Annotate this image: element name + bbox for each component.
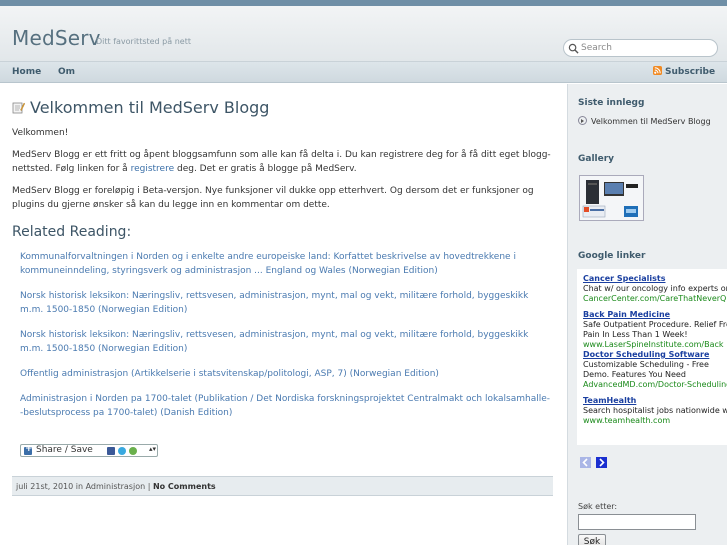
post-document-icon — [12, 102, 25, 114]
share-dropdown-icon: ▴▾ — [149, 445, 157, 453]
search-box — [563, 39, 718, 57]
recent-post-link[interactable]: Velkommen til MedServ Blogg — [578, 116, 711, 126]
ad-title[interactable]: TeamHealth — [583, 396, 721, 406]
ad-prev-icon[interactable] — [580, 457, 591, 468]
share-icon — [129, 447, 137, 455]
ad-text: Search hospitalist jobs nationwide with … — [583, 406, 727, 415]
ad-title[interactable]: Doctor Scheduling Software — [583, 350, 721, 360]
arrow-right-icon — [578, 116, 587, 125]
related-link[interactable]: Kommunalforvaltningen i Norden og i enke… — [20, 250, 550, 278]
rss-icon — [653, 66, 662, 75]
related-reading-heading: Related Reading: — [12, 224, 132, 240]
site-header: MedServ Ditt favorittsted på nett — [0, 6, 727, 62]
facebook-icon — [107, 447, 115, 455]
recent-posts-heading: Siste innlegg — [578, 98, 645, 108]
share-plus-icon — [24, 444, 33, 455]
sidebar-search-button[interactable]: Søk — [578, 534, 606, 545]
main-content: Velkommen til MedServ Blogg Velkommen! M… — [0, 84, 560, 545]
ad-url[interactable]: CancerCenter.com/CareThatNeverQuits — [583, 294, 727, 304]
twitter-icon — [118, 447, 126, 455]
computer-product-icon — [580, 176, 643, 220]
ads-block: Cancer Specialists Chat w/ our oncology … — [577, 269, 727, 445]
share-save-button[interactable]: Share / Save ▴▾ — [20, 444, 158, 457]
sidebar-search-input[interactable] — [578, 514, 696, 530]
search-icon — [568, 43, 579, 54]
subscribe-label: Subscribe — [665, 67, 716, 77]
search-input[interactable] — [581, 41, 713, 55]
gallery-heading: Gallery — [578, 154, 615, 164]
ad-navigation — [580, 457, 609, 471]
ad-title[interactable]: Cancer Specialists — [583, 274, 721, 284]
post-date: juli 21st, 2010 in — [16, 482, 86, 491]
share-label: Share / Save — [36, 445, 93, 455]
nav-home[interactable]: Home — [12, 67, 41, 77]
ad-url[interactable]: AdvancedMD.com/Doctor-Scheduling — [583, 380, 727, 390]
ad-text: Safe Outpatient Procedure. Relief From P… — [583, 320, 727, 339]
recent-post-label: Velkommen til MedServ Blogg — [591, 117, 711, 126]
gallery-thumbnail[interactable] — [579, 175, 644, 221]
post-greeting: Velkommen! — [12, 128, 69, 138]
para1-text-b: deg. Det er gratis å blogge på MedServ. — [174, 164, 357, 174]
subscribe-link[interactable]: Subscribe — [653, 66, 715, 77]
site-title[interactable]: MedServ — [12, 26, 101, 50]
post-body: Velkommen! MedServ Blogg er ett fritt og… — [12, 126, 552, 220]
related-link[interactable]: Administrasjon i Norden pa 1700-talet (P… — [20, 392, 550, 420]
related-link[interactable]: Norsk historisk leksikon: Næringsliv, re… — [20, 289, 550, 317]
post-meta: juli 21st, 2010 in Administrasjon | No C… — [12, 476, 553, 496]
post-paragraph-2: MedServ Blogg er foreløpig i Beta-versjo… — [12, 186, 534, 210]
nav-om[interactable]: Om — [58, 67, 75, 77]
google-links-heading: Google linker — [578, 251, 646, 261]
site-tagline: Ditt favorittsted på nett — [96, 37, 191, 46]
ad-title[interactable]: Back Pain Medicine — [583, 310, 721, 320]
post-title-text: Velkommen til MedServ Blogg — [30, 98, 270, 117]
related-link[interactable]: Norsk historisk leksikon: Næringsliv, re… — [20, 328, 550, 356]
post-title[interactable]: Velkommen til MedServ Blogg — [12, 98, 269, 117]
meta-separator: | — [145, 482, 153, 491]
related-link[interactable]: Offentlig administrasjon (Artikkelserie … — [20, 367, 550, 381]
sidebar-search-label: Søk etter: — [578, 502, 618, 511]
ad-url[interactable]: www.teamhealth.com — [583, 416, 721, 426]
post-category-link[interactable]: Administrasjon — [86, 482, 146, 491]
ad-item: Doctor Scheduling Software Customizable … — [583, 350, 727, 390]
ad-text: Chat w/ our oncology info experts online — [583, 284, 727, 293]
ad-item: Back Pain Medicine Safe Outpatient Proce… — [583, 310, 727, 350]
nav-bar: Home Om Subscribe — [0, 62, 727, 83]
ad-next-icon[interactable] — [595, 457, 607, 468]
post-paragraph-1: MedServ Blogg er ett fritt og åpent blog… — [12, 148, 552, 176]
ad-item: Cancer Specialists Chat w/ our oncology … — [583, 274, 727, 304]
ad-url[interactable]: www.LaserSpineInstitute.com/Back — [583, 340, 724, 350]
related-reading-list: Kommunalforvaltningen i Norden og i enke… — [20, 250, 550, 431]
comments-link[interactable]: No Comments — [153, 482, 216, 491]
ad-item: TeamHealth Search hospitalist jobs natio… — [583, 396, 727, 426]
register-link[interactable]: registrere — [131, 164, 175, 174]
ad-text: Customizable Scheduling - Free Demo. Fea… — [583, 360, 709, 379]
sidebar: Siste innlegg Velkommen til MedServ Blog… — [567, 84, 727, 545]
